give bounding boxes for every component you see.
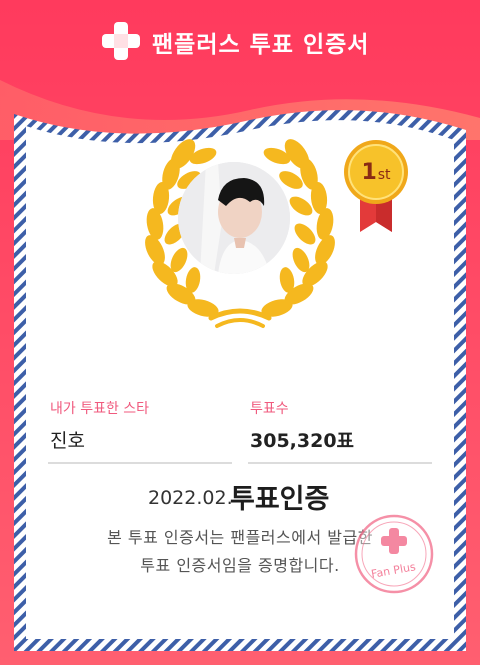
- votes-value: 305,320표: [250, 430, 355, 452]
- fan-plus-stamp-icon: Fan Plus: [354, 514, 434, 594]
- page-title: 팬플러스 투표 인증서: [152, 32, 370, 58]
- star-avatar: [178, 162, 290, 274]
- person-photo-icon: [178, 162, 290, 274]
- rank-label: 1st: [346, 160, 406, 185]
- cert-date: 2022.02.: [148, 487, 233, 509]
- gold-medal-icon: [344, 140, 408, 232]
- divider-left: [48, 462, 232, 464]
- cert-heading: 투표인증: [230, 484, 330, 515]
- rank-suffix: st: [377, 167, 391, 183]
- rank-number: 1: [361, 160, 377, 185]
- header: 팬플러스 투표 인증서: [0, 0, 480, 82]
- votes-label: 투표수: [250, 401, 289, 417]
- star-name: 진호: [50, 430, 85, 452]
- divider-right: [248, 462, 432, 464]
- cross-plus-icon: [102, 22, 140, 60]
- star-label: 내가 투표한 스타: [50, 401, 150, 417]
